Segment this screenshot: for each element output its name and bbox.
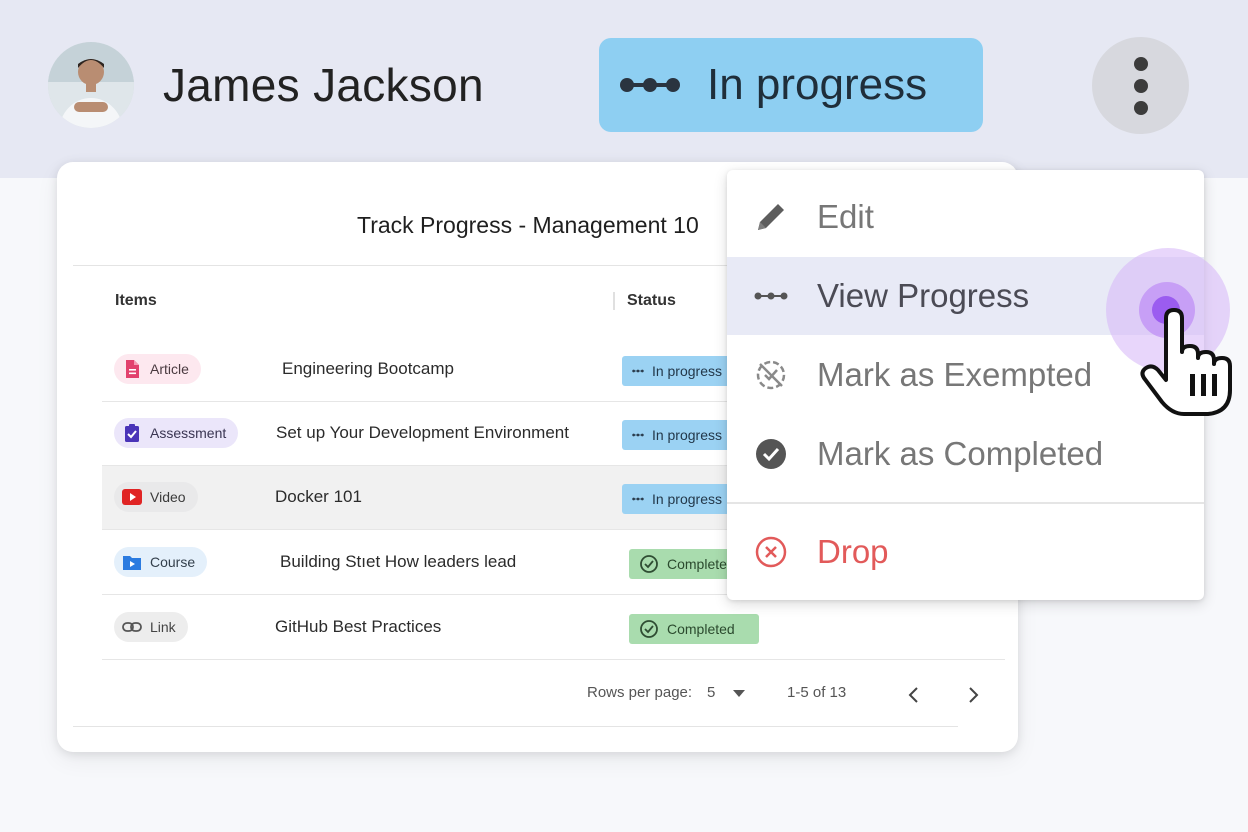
document-icon [126,360,139,378]
dots-icon [632,497,644,501]
item-title[interactable]: Building Stıet How leaders lead [280,552,516,572]
user-name: James Jackson [163,59,484,111]
status-pill-label: In progress [651,363,722,379]
hand-pointer-icon [1140,308,1232,416]
rows-per-page-value[interactable]: 5 [707,684,715,701]
status-pill: In progress [622,356,732,386]
menu-item-edit[interactable]: Edit [727,178,1204,256]
rows-per-page-label: Rows per page: [587,684,693,701]
avatar [48,42,134,128]
column-header-status: Status [627,292,676,309]
card-title: Track Progress - Management 10 [357,212,699,238]
check-circle-icon [753,436,789,472]
dots-icon [620,78,680,92]
clipboard-check-icon [125,424,139,442]
status-pill-label: Completed [667,556,735,572]
table-row[interactable]: Link GitHub Best Practices Completed [102,596,1005,660]
dots-icon [632,369,644,373]
status-chip-label: In progress [707,60,928,109]
status-pill: Completed [629,614,759,644]
pencil-icon [753,199,789,235]
menu-item-label: Mark as Completed [817,435,1104,472]
item-title[interactable]: GitHub Best Practices [275,617,441,637]
pagination-range: 1-5 of 13 [787,684,847,701]
menu-item-drop[interactable]: Drop [727,513,1204,591]
dots-icon [753,278,789,314]
check-circle-icon [640,620,658,638]
column-header-items: Items [115,292,157,309]
type-chip-assessment: Assessment [114,418,239,448]
type-chip-label: Assessment [150,425,227,441]
profile-header: James Jackson In progress [0,0,1248,178]
menu-item-mark-completed[interactable]: Mark as Completed [727,415,1204,493]
chevron-left-icon[interactable] [907,686,921,704]
status-pill-label: In progress [651,491,722,507]
more-options-button[interactable] [1092,37,1189,134]
menu-item-label: Mark as Exempted [817,356,1093,393]
kebab-dot-icon [1133,100,1148,115]
dots-icon [632,433,644,437]
divider [73,726,958,727]
course-folder-icon [123,556,141,570]
item-title[interactable]: Set up Your Development Environment [276,423,569,443]
context-menu: Edit View Progress Mark as Exempted Mark… [727,170,1204,600]
type-chip-label: Link [150,619,176,635]
status-chip[interactable]: In progress [599,38,983,132]
chevron-right-icon[interactable] [966,686,980,704]
type-chip-course: Course [114,547,208,577]
link-icon [122,622,142,632]
type-chip-article: Article [114,354,201,384]
kebab-dot-icon [1133,56,1148,71]
type-chip-video: Video [114,482,198,512]
kebab-dot-icon [1133,78,1148,93]
exempt-icon [753,357,789,393]
type-chip-link: Link [114,612,188,642]
menu-item-label: View Progress [817,277,1030,314]
caret-down-icon[interactable] [733,690,745,698]
item-title[interactable]: Docker 101 [275,487,362,507]
status-pill: In progress [622,484,732,514]
type-chip-label: Course [150,554,196,570]
type-chip-label: Article [150,361,189,377]
status-pill-label: Completed [667,621,735,637]
item-title[interactable]: Engineering Bootcamp [282,359,454,379]
cancel-circle-icon [753,534,789,570]
menu-divider [727,502,1204,504]
play-icon [122,489,142,505]
type-chip-label: Video [150,489,186,505]
status-pill: In progress [622,420,732,450]
menu-item-label: Edit [817,198,874,235]
check-circle-icon [640,555,658,573]
menu-item-label: Drop [817,533,889,570]
column-divider [613,292,615,310]
status-pill-label: In progress [651,427,722,443]
